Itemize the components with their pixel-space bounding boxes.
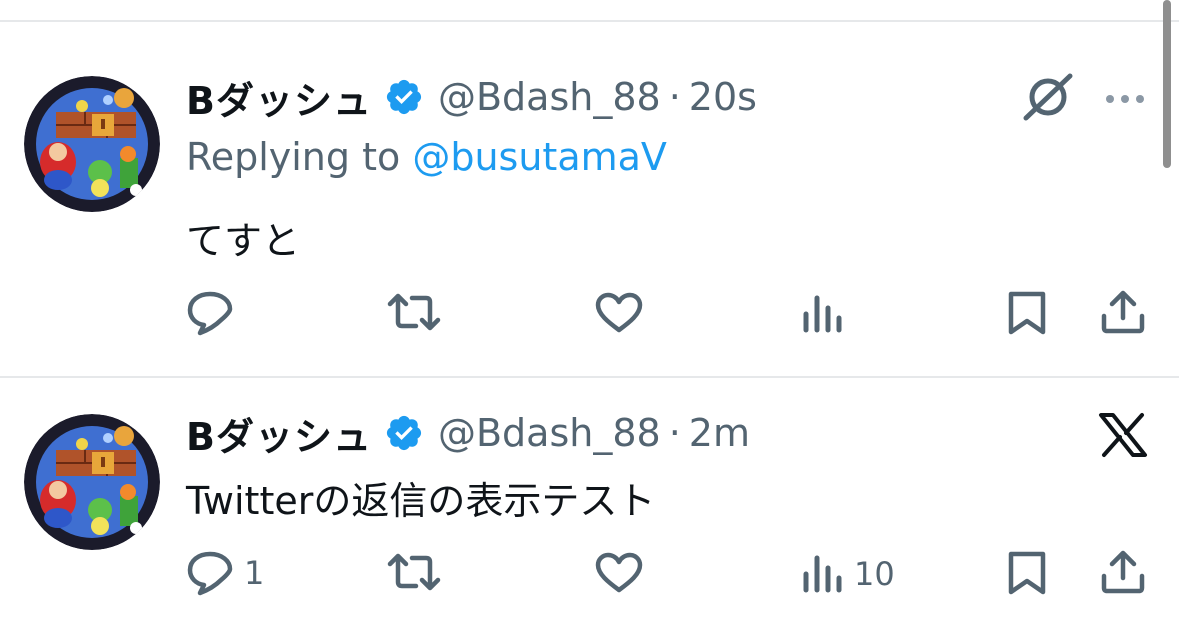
retweet-button[interactable] [386, 552, 442, 592]
retweet-icon [387, 293, 441, 331]
more-options-icon[interactable] [1104, 90, 1146, 109]
retweet-button[interactable] [386, 292, 442, 332]
tweet-2[interactable]: Bダッシュ @Bdash_88 · 2m Twitterの返信の表示テスト 1 [0, 378, 1179, 631]
avatar[interactable] [24, 414, 160, 550]
reply-button[interactable]: 1 [186, 550, 264, 596]
replying-to-handle[interactable]: @busutamaV [412, 135, 667, 179]
author-name[interactable]: Bダッシュ [186, 70, 372, 125]
replying-to: Replying to @busutamaV [186, 135, 667, 179]
retweet-icon [387, 553, 441, 591]
reply-icon [187, 551, 233, 596]
reply-icon [187, 291, 233, 336]
heart-icon [595, 292, 643, 333]
share-button[interactable] [1100, 290, 1146, 334]
author-handle[interactable]: @Bdash_88 [438, 411, 661, 455]
views-icon [803, 295, 842, 333]
share-button[interactable] [1100, 550, 1146, 594]
x-logo-icon [1098, 412, 1148, 462]
separator-dot: · [668, 411, 681, 455]
avatar-image [24, 414, 160, 550]
views-button[interactable] [802, 294, 854, 334]
bookmark-button[interactable] [1006, 550, 1048, 596]
avatar-image [24, 76, 160, 212]
author-name[interactable]: Bダッシュ [186, 406, 372, 461]
like-button[interactable] [594, 292, 644, 334]
verified-badge-icon [386, 79, 422, 115]
bookmark-button[interactable] [1006, 290, 1048, 336]
share-icon [1101, 290, 1145, 334]
grok-icon[interactable] [1022, 72, 1076, 126]
bookmark-icon [1008, 551, 1046, 595]
tweet-header: Bダッシュ @Bdash_88 · 2m [186, 410, 750, 459]
share-icon [1101, 550, 1145, 594]
replying-to-label: Replying to [186, 135, 401, 179]
verified-badge-icon [386, 415, 422, 451]
tweet-text: Twitterの返信の表示テスト [186, 479, 656, 523]
views-icon [803, 555, 842, 593]
tweet-header: Bダッシュ @Bdash_88 · 20s [186, 74, 757, 123]
author-handle[interactable]: @Bdash_88 [438, 75, 661, 119]
reply-button[interactable] [186, 290, 244, 336]
avatar[interactable] [24, 76, 160, 212]
heart-icon [595, 552, 643, 593]
timestamp[interactable]: 2m [689, 411, 750, 455]
reply-count: 1 [244, 554, 265, 592]
tweet-text: てすと [186, 219, 301, 263]
separator-dot: · [668, 75, 681, 119]
timestamp[interactable]: 20s [689, 75, 757, 119]
views-button[interactable]: 10 [802, 554, 895, 594]
timeline: Bダッシュ @Bdash_88 · 20s Replying to @busut… [0, 0, 1179, 631]
like-button[interactable] [594, 552, 644, 594]
tweet-1[interactable]: Bダッシュ @Bdash_88 · 20s Replying to @busut… [0, 0, 1179, 376]
views-count: 10 [854, 555, 895, 593]
bookmark-icon [1008, 291, 1046, 335]
